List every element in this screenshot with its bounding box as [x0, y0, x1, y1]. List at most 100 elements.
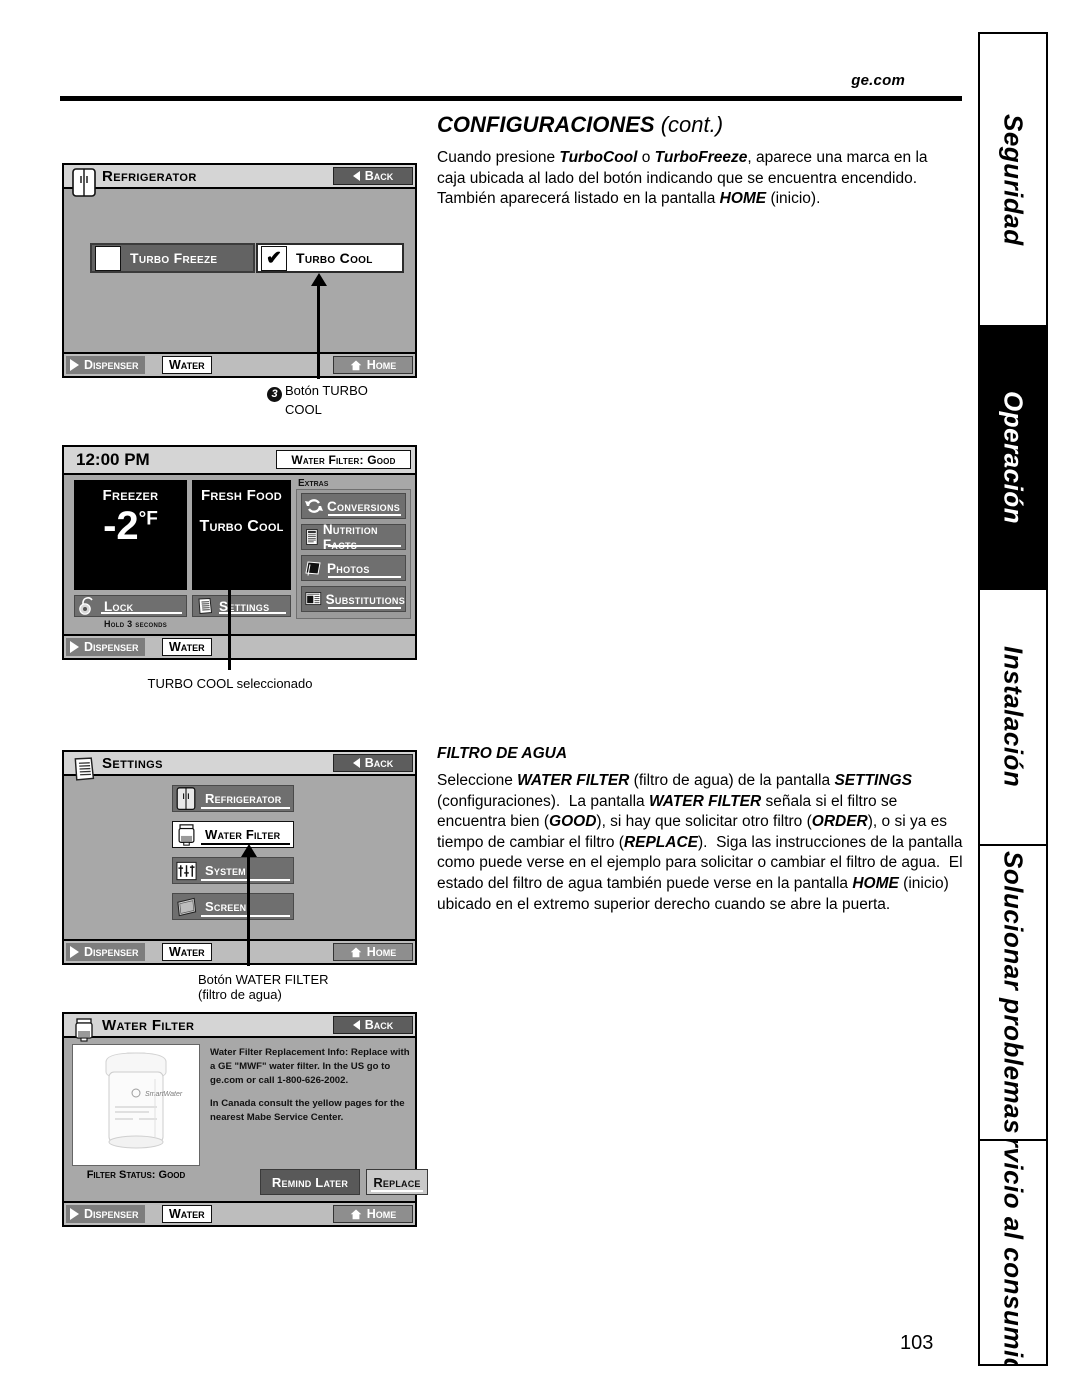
- water-chip[interactable]: Water: [162, 638, 212, 656]
- home-button-label: Home: [366, 1207, 397, 1221]
- sidebar-tab-instalacion[interactable]: Instalación: [980, 590, 1046, 846]
- replace-underline: [371, 1190, 423, 1192]
- settings-item-label: Water Filter: [205, 827, 281, 842]
- replace-button[interactable]: Replace: [366, 1169, 428, 1195]
- back-button[interactable]: Back: [333, 167, 413, 185]
- callout-arrow-line: [317, 285, 320, 379]
- lock-icon: [79, 597, 93, 615]
- settings-list-icon: [198, 597, 213, 615]
- settings-button[interactable]: Settings: [192, 595, 291, 617]
- back-button-label: Back: [364, 756, 394, 770]
- extras-item-nutrition-facts[interactable]: Nutrition Facts: [301, 522, 406, 552]
- filter-info-text: Water Filter Replacement Info: Replace w…: [210, 1046, 410, 1134]
- extras-item-conversions[interactable]: Conversions: [301, 493, 406, 519]
- home-button[interactable]: Home: [333, 1205, 413, 1223]
- extras-item-label: Photos: [327, 560, 370, 576]
- water-chip-label: Water: [169, 1207, 205, 1221]
- water-chip-label: Water: [169, 640, 205, 654]
- clock-display: 12:00 PM: [76, 450, 150, 469]
- screen-water-filter: Water Filter Back SmartWater Filter Stat…: [62, 1012, 428, 1227]
- filter-info-p2: In Canada consult the yellow pages for t…: [210, 1097, 405, 1123]
- callout-line2: COOL: [285, 402, 322, 417]
- remind-later-button[interactable]: Remind Later: [260, 1169, 360, 1195]
- settings-item-label: Screen: [205, 899, 247, 914]
- dispenser-label: Dispenser: [84, 640, 139, 654]
- lock-hint: Hold 3 seconds: [104, 619, 168, 629]
- home-button[interactable]: Home: [333, 943, 413, 961]
- site-url: ge.com: [851, 72, 905, 89]
- lock-underline: [101, 612, 182, 614]
- settings-item-system[interactable]: System: [172, 857, 294, 884]
- settings-item-underline: [201, 879, 290, 881]
- settings-item-water-filter[interactable]: Water Filter: [172, 821, 294, 848]
- settings-item-refrigerator[interactable]: Refrigerator: [172, 785, 294, 812]
- extras-item-photos[interactable]: Photos: [301, 555, 406, 581]
- water-chip[interactable]: Water: [162, 1205, 212, 1223]
- sidebar-tab-seguridad[interactable]: Seguridad: [980, 34, 1046, 327]
- settings-item-screen[interactable]: Screen: [172, 893, 294, 920]
- fresh-food-panel[interactable]: Fresh Food Turbo Cool: [192, 480, 291, 590]
- water-chip[interactable]: Water: [162, 943, 212, 961]
- play-triangle-icon: [70, 946, 79, 958]
- callout-turbo-cool: 3 Botón TURBO COOL: [267, 383, 417, 417]
- water-chip[interactable]: Water: [162, 356, 212, 374]
- screen-title: Refrigerator: [102, 167, 197, 185]
- back-button-label: Back: [364, 1018, 394, 1032]
- extras-item-substitutions[interactable]: Substitutions: [301, 586, 406, 612]
- turbo-cool-label: Turbo Cool: [296, 250, 373, 266]
- home-icon: [350, 1209, 362, 1219]
- page-number: 103: [900, 1332, 934, 1354]
- turbo-cool-toggle[interactable]: ✔ Turbo Cool: [256, 243, 404, 273]
- back-button[interactable]: Back: [333, 754, 413, 772]
- sidebar-tab-label: Seguridad: [998, 113, 1029, 246]
- fresh-food-mode: Turbo Cool: [199, 518, 284, 535]
- back-button[interactable]: Back: [333, 1016, 413, 1034]
- screen-title: Settings: [102, 754, 163, 772]
- dispenser-button[interactable]: Dispenser: [66, 1205, 145, 1223]
- freezer-panel[interactable]: Freezer -2°F: [74, 480, 187, 590]
- fresh-food-caption: Fresh Food: [200, 487, 283, 504]
- screen-title: Water Filter: [102, 1016, 195, 1034]
- water-filter-status-badge[interactable]: Water Filter: Good: [276, 450, 411, 469]
- dispenser-button[interactable]: Dispenser: [66, 638, 145, 656]
- play-triangle-icon: [70, 641, 79, 653]
- substitutions-icon: [305, 592, 322, 606]
- screen-icon: [177, 897, 197, 917]
- play-triangle-icon: [70, 359, 79, 371]
- turbo-freeze-label: Turbo Freeze: [130, 250, 218, 266]
- sidebar-tab-solucionar-problemas[interactable]: Solucionar problemas: [980, 846, 1046, 1141]
- intro-paragraph: Cuando presione TurboCool o TurboFreeze,…: [437, 149, 928, 208]
- chevron-left-icon: [352, 171, 360, 181]
- dispenser-label: Dispenser: [84, 1207, 139, 1221]
- callout-arrow-head: [241, 844, 257, 857]
- callout-arrow-line: [228, 580, 231, 670]
- extras-item-label: Conversions: [327, 498, 401, 514]
- refrigerator-icon: [176, 787, 196, 811]
- sidebar-tab-operacion[interactable]: Operación: [980, 327, 1046, 590]
- screen-refrigerator: Refrigerator Back Turbo Freeze ✔ Turbo C…: [62, 163, 417, 378]
- callout-arrow-head: [311, 273, 327, 286]
- screen-home: 12:00 PM Water Filter: Good Freezer -2°F…: [62, 445, 417, 660]
- extras-label: Extras: [298, 478, 329, 489]
- turbo-freeze-checkbox[interactable]: [95, 245, 121, 271]
- turbo-freeze-toggle[interactable]: Turbo Freeze: [90, 243, 255, 273]
- turbo-cool-checkbox[interactable]: ✔: [261, 245, 287, 271]
- dispenser-button[interactable]: Dispenser: [66, 356, 145, 374]
- freezer-caption: Freezer: [102, 487, 159, 504]
- freezer-temperature: -2°F: [103, 504, 158, 548]
- filter-status-label: Filter Status: Good: [86, 1169, 186, 1181]
- page-title: CONFIGURACIONES (cont.): [437, 112, 957, 138]
- water-filter-icon: [178, 824, 195, 846]
- sidebar-tab-servicio-al-consumidor[interactable]: Servicio al consumidor: [980, 1141, 1046, 1364]
- home-button[interactable]: Home: [333, 356, 413, 374]
- callout-line2: (filtro de agua): [198, 987, 282, 1003]
- dispenser-label: Dispenser: [84, 945, 139, 959]
- dispenser-label: Dispenser: [84, 358, 139, 372]
- water-filter-heading: FILTRO DE AGUA: [437, 745, 568, 762]
- sidebar-tab-label: Operación: [998, 390, 1029, 525]
- filter-cartridge-image: SmartWater: [72, 1044, 200, 1166]
- callout-arrow-head: [222, 568, 238, 581]
- dispenser-button[interactable]: Dispenser: [66, 943, 145, 961]
- extras-item-label: Nutrition Facts: [322, 522, 378, 552]
- lock-button[interactable]: Lock: [74, 595, 187, 617]
